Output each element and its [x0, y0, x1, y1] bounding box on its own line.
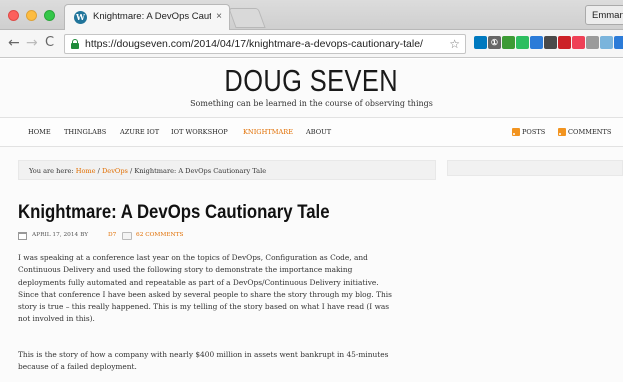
- tab-title: Knightmare: A DevOps Caution: [93, 11, 211, 22]
- nav-iot-workshop-link[interactable]: IOT WORKSHOP: [171, 128, 228, 136]
- nav-azure-iot-link[interactable]: AZURE IOT: [120, 128, 159, 136]
- paragraph-line: because of a failed deployment.: [18, 362, 137, 372]
- breadcrumb-bar: You are here: Home / DevOps / Knightmare…: [18, 160, 436, 180]
- flag-icon[interactable]: [530, 36, 543, 49]
- profile-button[interactable]: Emmanu: [585, 5, 623, 25]
- evernote-icon[interactable]: [516, 36, 529, 49]
- browser-toolbar: ← → C https://dougseven.com/2014/04/17/k…: [0, 30, 623, 58]
- site-nav: HOME THINGLABS AZURE IOT IOT WORKSHOP KN…: [0, 117, 623, 147]
- site-tagline: Something can be learned in the course o…: [190, 99, 433, 108]
- new-tab-button[interactable]: [228, 8, 266, 28]
- onepassword-icon[interactable]: ①: [488, 36, 501, 49]
- address-bar[interactable]: https://dougseven.com/2014/04/17/knightm…: [64, 34, 466, 54]
- tab-strip: W Knightmare: A DevOps Caution × Emmanu: [0, 0, 623, 30]
- post-date: APRIL 17, 2014 BY: [32, 232, 89, 238]
- post-title[interactable]: Knightmare: A DevOps Cautionary Tale: [18, 201, 330, 224]
- site-title[interactable]: DOUG SEVEN: [56, 63, 567, 99]
- paragraph-line: Continuous Delivery and used the followi…: [18, 265, 353, 275]
- paragraph-line: I was speaking at a conference last year…: [18, 253, 368, 262]
- forward-button[interactable]: →: [26, 35, 38, 51]
- paragraph-line: Since that conference I have been asked …: [18, 289, 392, 299]
- lastpass-icon[interactable]: [558, 36, 571, 49]
- keep-icon[interactable]: [614, 36, 623, 49]
- breadcrumb-devops-link[interactable]: DevOps: [102, 167, 128, 175]
- trello-icon[interactable]: [474, 36, 487, 49]
- browser-window: W Knightmare: A DevOps Caution × Emmanu …: [0, 0, 623, 382]
- nav-home-link[interactable]: HOME: [28, 128, 51, 136]
- extension-icons: ①: [474, 36, 623, 52]
- notes-icon[interactable]: [586, 36, 599, 49]
- paragraph-line: deployments fully automated and repeatab…: [18, 277, 379, 287]
- url-text[interactable]: https://dougseven.com/2014/04/17/knightm…: [85, 38, 423, 50]
- paragraph-line: This is the story of how a company with …: [18, 350, 389, 359]
- calendar-icon: [18, 232, 27, 240]
- feed-comments-link[interactable]: COMMENTS: [568, 128, 611, 136]
- wordpress-favicon-icon: W: [74, 11, 87, 24]
- post-paragraph: This is the story of how a company with …: [18, 349, 438, 374]
- back-button[interactable]: ←: [8, 35, 20, 51]
- tag-icon[interactable]: [544, 36, 557, 49]
- breadcrumb-current: Knightmare: A DevOps Cautionary Tale: [134, 167, 267, 175]
- ghostery-icon[interactable]: [600, 36, 613, 49]
- bookmark-star-icon[interactable]: ☆: [449, 37, 460, 51]
- paragraph-line: story is true – this really happened. Th…: [18, 302, 390, 312]
- post-paragraph: I was speaking at a conference last year…: [18, 252, 438, 326]
- breadcrumb: You are here: Home / DevOps / Knightmare…: [29, 167, 266, 175]
- window-close-button[interactable]: [8, 10, 19, 21]
- nav-knightmare-link[interactable]: KNIGHTMARE: [243, 128, 293, 136]
- reload-button[interactable]: C: [45, 35, 54, 51]
- rss-icon[interactable]: [558, 128, 566, 136]
- sidebar-widget: [447, 160, 623, 176]
- nav-about-link[interactable]: ABOUT: [306, 128, 331, 136]
- pin-icon[interactable]: [502, 36, 515, 49]
- comment-icon: [122, 232, 132, 240]
- breadcrumb-prefix: You are here:: [29, 167, 76, 175]
- breadcrumb-home-link[interactable]: Home: [76, 167, 96, 175]
- nav-thinglabs-link[interactable]: THINGLABS: [64, 128, 106, 136]
- window-maximize-button[interactable]: [44, 10, 55, 21]
- tab-knightmare[interactable]: W Knightmare: A DevOps Caution ×: [64, 4, 230, 30]
- window-minimize-button[interactable]: [26, 10, 37, 21]
- lock-icon: [71, 39, 79, 49]
- pocket-icon[interactable]: [572, 36, 585, 49]
- post-author-link[interactable]: D7: [108, 232, 116, 238]
- paragraph-line: not involved in this).: [18, 314, 95, 324]
- rss-icon[interactable]: [512, 128, 520, 136]
- feed-posts-link[interactable]: POSTS: [522, 128, 545, 136]
- tab-close-icon[interactable]: ×: [216, 11, 222, 22]
- post-comments-link[interactable]: 62 COMMENTS: [136, 232, 183, 238]
